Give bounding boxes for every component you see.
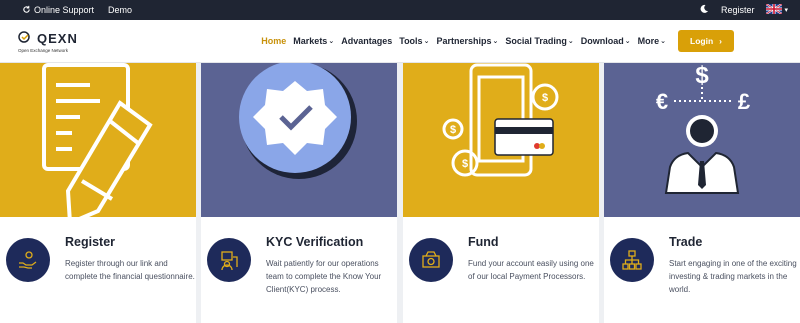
chevron-down-icon: ⌄	[423, 38, 430, 45]
register-link[interactable]: Register	[721, 5, 755, 15]
coin-glyph: $	[542, 92, 548, 104]
chevron-down-icon: ⌄	[328, 38, 335, 45]
logo-name: QEXN	[37, 30, 78, 46]
register-illustration	[0, 63, 196, 217]
logo-emblem-icon	[18, 30, 34, 47]
logo-tagline: Open Exchange Network	[18, 47, 69, 53]
nav-item-markets[interactable]: Markets ⌄	[293, 36, 334, 46]
nav-item-home[interactable]: Home	[261, 36, 286, 46]
fund-money-icon	[409, 238, 453, 282]
card-description: Fund your account easily using one of ou…	[468, 259, 594, 281]
pound-glyph: £	[738, 89, 751, 114]
trade-illustration: $ € £	[604, 63, 800, 217]
online-support-label: Online Support	[34, 5, 95, 15]
nav-item-more[interactable]: More ⌄	[638, 36, 666, 46]
nav-menu: Home Markets ⌄ Advantages Tools ⌄ Partners…	[261, 30, 734, 52]
register-hand-icon	[6, 238, 50, 282]
step-card-fund: $ $ $ Fund Fund your account easily usin…	[403, 63, 599, 323]
moon-icon[interactable]	[699, 4, 709, 16]
card-title: Register	[65, 235, 116, 249]
step-card-kyc: KYC Verification Wait patiently for our …	[201, 63, 397, 323]
card-description: Wait patiently for our operations team t…	[266, 259, 382, 294]
coin-glyph: $	[462, 158, 468, 170]
demo-link[interactable]: Demo	[108, 5, 132, 15]
chevron-right-icon: ›	[719, 36, 722, 46]
logo[interactable]: QEXN Open Exchange Network	[18, 30, 78, 53]
chevron-down-icon: ⌄	[492, 38, 499, 45]
nav-item-social-trading[interactable]: Social Trading ⌄	[505, 36, 573, 46]
coin-glyph: $	[450, 124, 456, 136]
language-selector[interactable]: ▾	[765, 3, 788, 16]
main-navbar: QEXN Open Exchange Network Home Markets ⌄…	[0, 20, 800, 63]
kyc-illustration	[201, 63, 397, 217]
chevron-down-icon: ⌄	[624, 38, 631, 45]
card-description: Start engaging in one of the exciting in…	[669, 259, 797, 294]
step-card-trade: $ € £ Trade Start engaging in one of the…	[604, 63, 800, 323]
online-support-link[interactable]: Online Support	[22, 5, 94, 16]
dollar-glyph: $	[695, 63, 709, 89]
card-title: Trade	[669, 235, 703, 249]
chevron-down-icon: ▾	[784, 7, 788, 14]
document-pencil-icon	[42, 63, 153, 217]
top-bar: Online Support Demo Register ▾	[0, 0, 800, 20]
trade-network-icon	[610, 238, 654, 282]
euro-glyph: €	[656, 89, 668, 114]
card-description: Register through our link and complete t…	[65, 259, 195, 281]
login-button[interactable]: Login ›	[678, 30, 734, 52]
kyc-id-icon	[207, 238, 251, 282]
refresh-icon	[22, 5, 31, 16]
nav-item-download[interactable]: Download ⌄	[581, 36, 631, 46]
card-title: Fund	[468, 235, 499, 249]
steps-section: Register Register through our link and c…	[0, 63, 800, 323]
card-title: KYC Verification	[266, 235, 364, 249]
nav-item-partnerships[interactable]: Partnerships ⌄	[436, 36, 498, 46]
fund-illustration: $ $ $	[403, 63, 599, 217]
nav-item-advantages[interactable]: Advantages	[341, 36, 392, 46]
chevron-down-icon: ⌄	[660, 38, 667, 45]
step-card-register: Register Register through our link and c…	[0, 63, 196, 323]
nav-item-tools[interactable]: Tools ⌄	[399, 36, 429, 46]
credit-card-icon	[494, 118, 554, 156]
businessman-icon	[664, 115, 740, 194]
chevron-down-icon: ⌄	[567, 38, 574, 45]
uk-flag-icon	[765, 3, 784, 16]
